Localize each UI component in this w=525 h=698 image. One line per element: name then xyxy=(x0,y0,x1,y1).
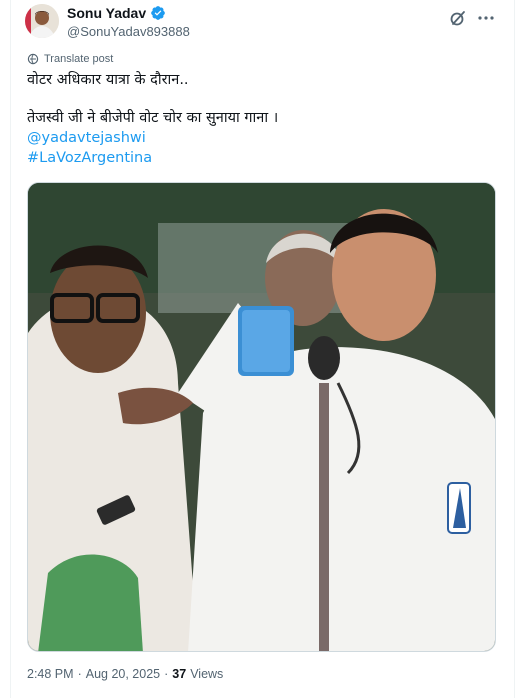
translate-icon xyxy=(27,53,39,65)
tweet-time[interactable]: 2:48 PM xyxy=(27,667,74,681)
speech-photo xyxy=(28,183,495,651)
grok-icon[interactable] xyxy=(448,8,468,28)
author-name[interactable]: Sonu Yadav xyxy=(67,5,146,21)
tweet-media-image[interactable] xyxy=(27,182,496,652)
tweet-line-2: तेजस्वी जी ने बीजेपी वोट चोर का सुनाया ग… xyxy=(27,110,279,126)
translate-post-label: Translate post xyxy=(44,53,114,65)
author-handle[interactable]: @SonuYadav893888 xyxy=(67,24,190,39)
views-count[interactable]: 37 xyxy=(172,667,186,681)
tweet-meta: 2:48 PM · Aug 20, 2025 · 37 Views xyxy=(27,667,223,681)
author-name-row: Sonu Yadav xyxy=(67,5,166,21)
views-label: Views xyxy=(190,667,224,681)
hashtag-link[interactable]: #LaVozArgentina xyxy=(27,148,278,168)
meta-separator: · xyxy=(77,667,82,681)
mention-link[interactable]: @yadavtejashwi xyxy=(27,128,278,148)
tweet-line-1: वोटर अधिकार यात्रा के दौरान.. xyxy=(27,72,189,88)
meta-separator: · xyxy=(164,667,169,681)
translate-post-link[interactable]: Translate post xyxy=(27,53,113,65)
more-icon[interactable] xyxy=(476,8,496,28)
verified-badge-icon xyxy=(151,6,165,20)
tweet-header: Sonu Yadav @SonuYadav893888 xyxy=(25,4,504,44)
tweet-card: Sonu Yadav @SonuYadav893888 Translate po… xyxy=(10,0,515,698)
avatar[interactable] xyxy=(25,4,59,38)
tweet-date[interactable]: Aug 20, 2025 xyxy=(86,667,160,681)
tweet-text: वोटर अधिकार यात्रा के दौरान.. तेजस्वी जी… xyxy=(27,70,278,168)
